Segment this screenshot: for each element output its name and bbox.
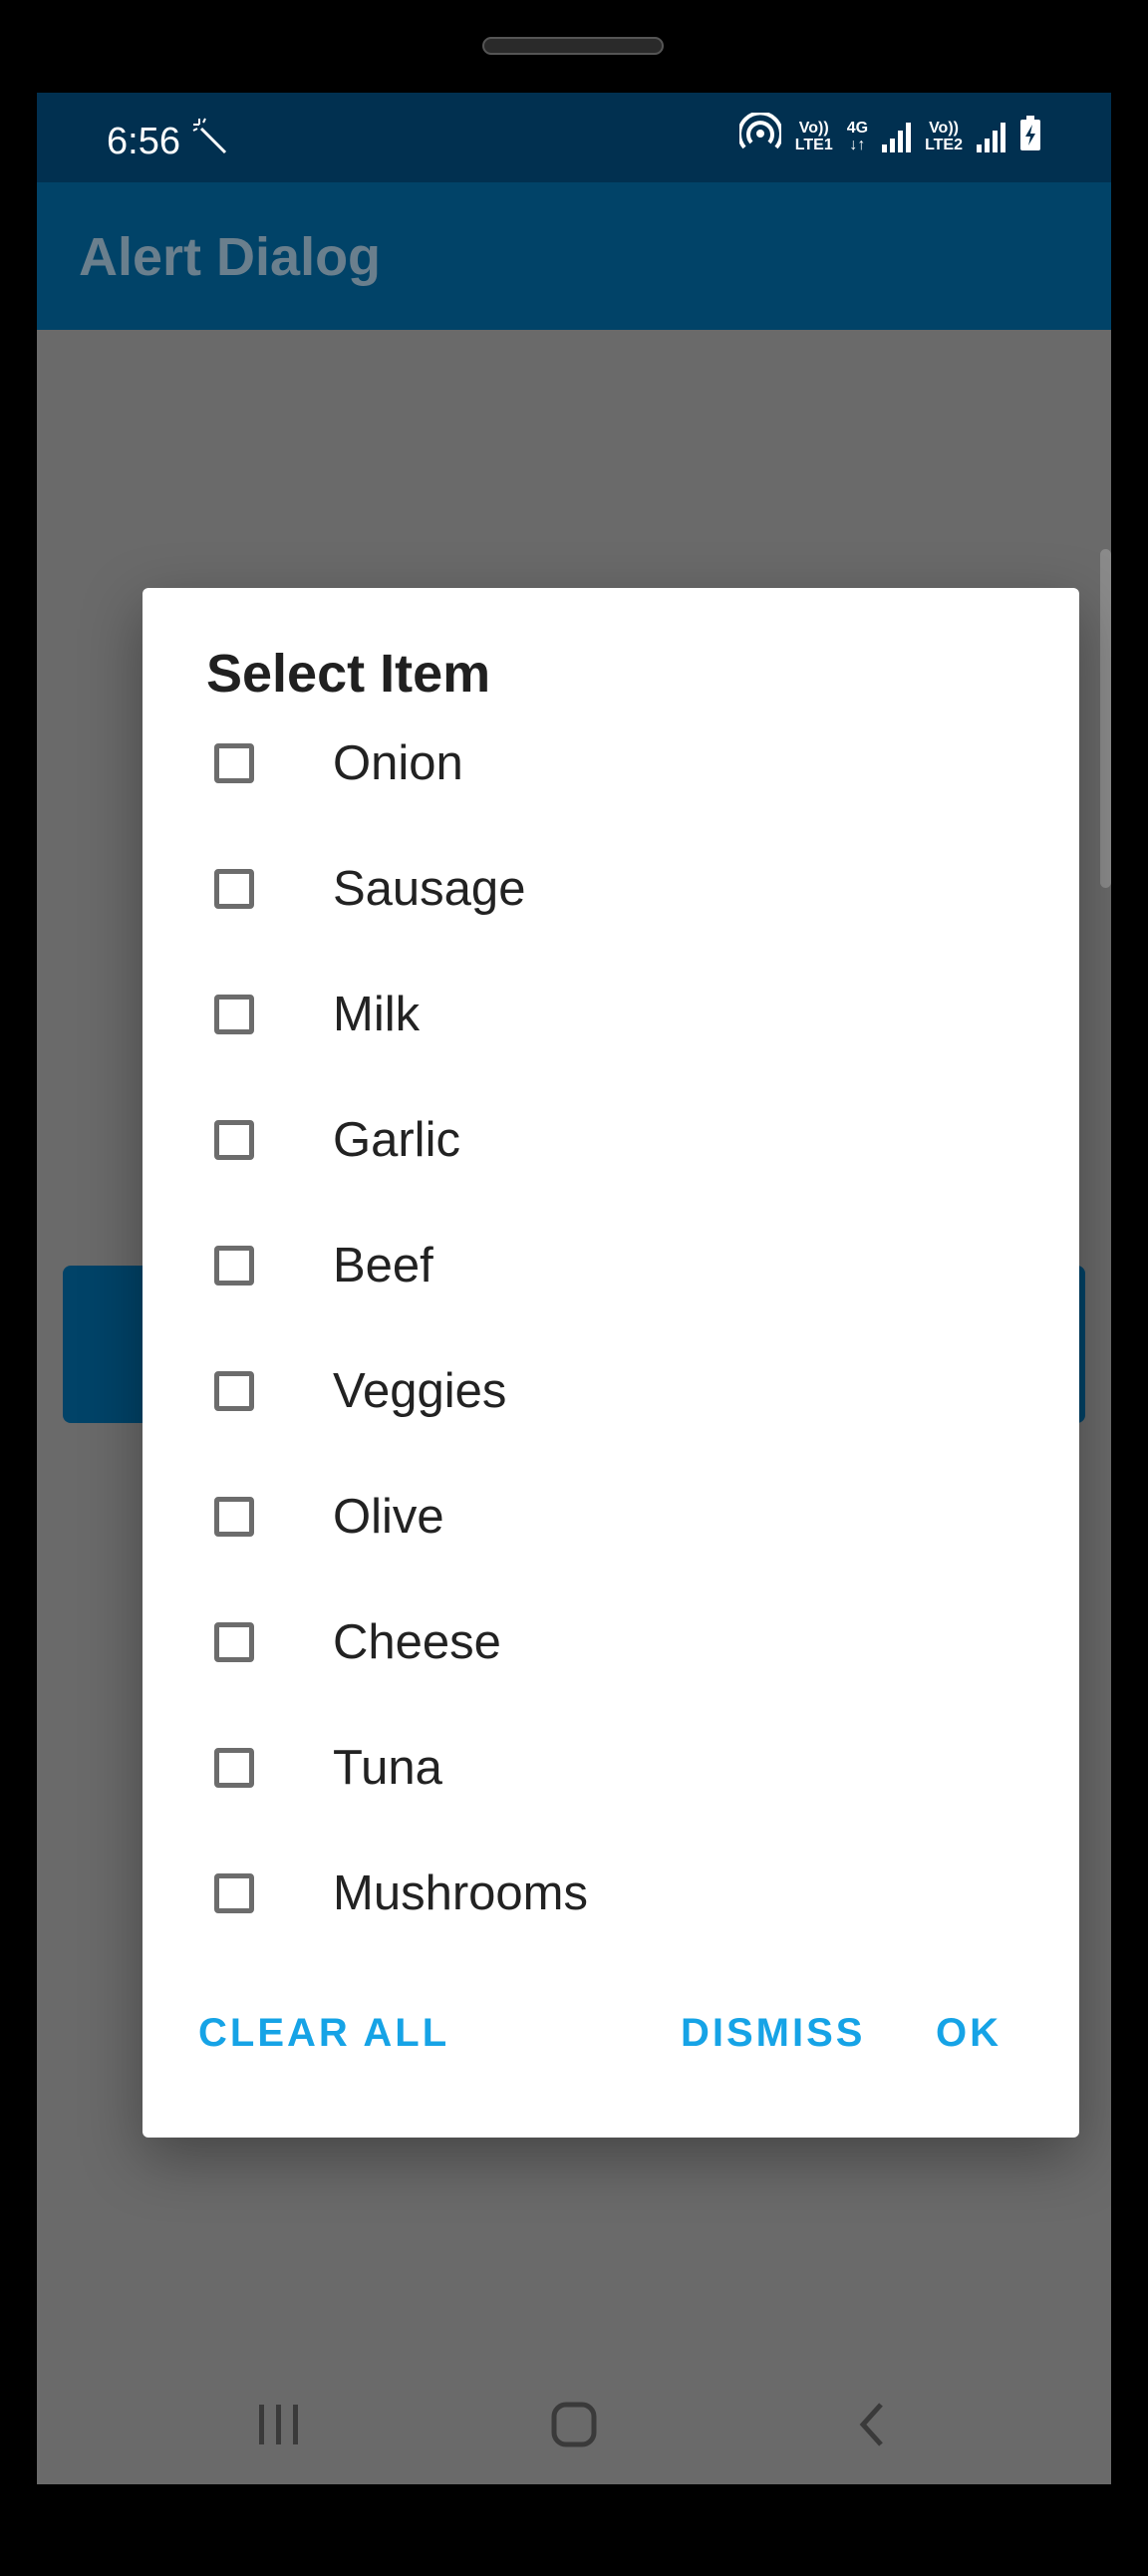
item-label: Sausage [333,862,526,916]
list-item-beef[interactable]: Beef [143,1203,1079,1328]
item-label: Onion [333,736,463,790]
item-label: Milk [333,988,421,1041]
list-item-cheese[interactable]: Cheese [143,1579,1079,1705]
checkbox[interactable] [214,1622,254,1662]
checkbox[interactable] [214,743,254,783]
edge-panel-handle[interactable] [1100,549,1111,888]
list-item-onion[interactable]: Onion [143,701,1079,826]
item-list: Onion Sausage Milk Garlic Beef Veggies O… [143,701,1079,1956]
checkbox[interactable] [214,1246,254,1286]
checkbox[interactable] [214,869,254,909]
item-label: Cheese [333,1615,501,1669]
checkbox[interactable] [214,1748,254,1788]
checkbox[interactable] [214,1371,254,1411]
checkbox[interactable] [214,1873,254,1913]
phone-frame: 6:56 Vo)) LTE1 4G ↓↑ Vo)) LTE2 Alert Dia… [0,0,1148,2576]
network-type-label: 4G ↓↑ [846,119,869,153]
dialog-actions: CLEAR ALL DISMISS OK [143,2011,1079,2091]
checkbox[interactable] [214,1497,254,1537]
status-time: 6:56 [107,121,180,162]
dialog-title: Select Item [206,644,491,704]
status-bar: 6:56 Vo)) LTE1 4G ↓↑ Vo)) LTE2 [37,93,1111,182]
item-label: Mushrooms [333,1866,588,1920]
earpiece-speaker [482,37,664,55]
navigation-bar [37,2360,1111,2484]
screen: 6:56 Vo)) LTE1 4G ↓↑ Vo)) LTE2 Alert Dia… [37,93,1111,2484]
item-label: Veggies [333,1364,507,1418]
signal-strength-sim1-icon [882,121,912,152]
clear-all-button[interactable]: CLEAR ALL [198,2011,449,2056]
hotspot-icon [736,111,783,159]
status-icons: Vo)) LTE1 4G ↓↑ Vo)) LTE2 [736,111,1041,159]
select-item-dialog: Select Item Onion Sausage Milk Garlic Be… [143,588,1079,2138]
home-icon[interactable] [544,2400,604,2449]
app-title: Alert Dialog [79,227,382,287]
item-label: Garlic [333,1113,460,1167]
list-item-veggies[interactable]: Veggies [143,1328,1079,1454]
back-icon[interactable] [843,2400,903,2449]
ok-button[interactable]: OK [936,2011,1002,2056]
list-item-mushrooms[interactable]: Mushrooms [143,1831,1079,1956]
item-label: Olive [333,1490,444,1544]
checkbox[interactable] [214,1120,254,1160]
list-item-milk[interactable]: Milk [143,952,1079,1077]
item-label: Tuna [333,1741,442,1795]
signal-strength-sim2-icon [977,121,1005,152]
list-item-garlic[interactable]: Garlic [143,1077,1079,1203]
item-label: Beef [333,1239,433,1292]
recent-apps-icon[interactable] [249,2400,309,2449]
checkbox[interactable] [214,995,254,1034]
list-item-sausage[interactable]: Sausage [143,826,1079,952]
sim2-volte-label: Vo)) LTE2 [925,119,963,153]
sim1-volte-label: Vo)) LTE1 [794,119,833,153]
battery-charging-icon [1019,116,1041,156]
dismiss-button[interactable]: DISMISS [681,2011,865,2056]
app-bar: Alert Dialog [37,182,1111,330]
magic-wand-icon [191,117,231,165]
list-item-tuna[interactable]: Tuna [143,1705,1079,1831]
list-item-olive[interactable]: Olive [143,1454,1079,1579]
